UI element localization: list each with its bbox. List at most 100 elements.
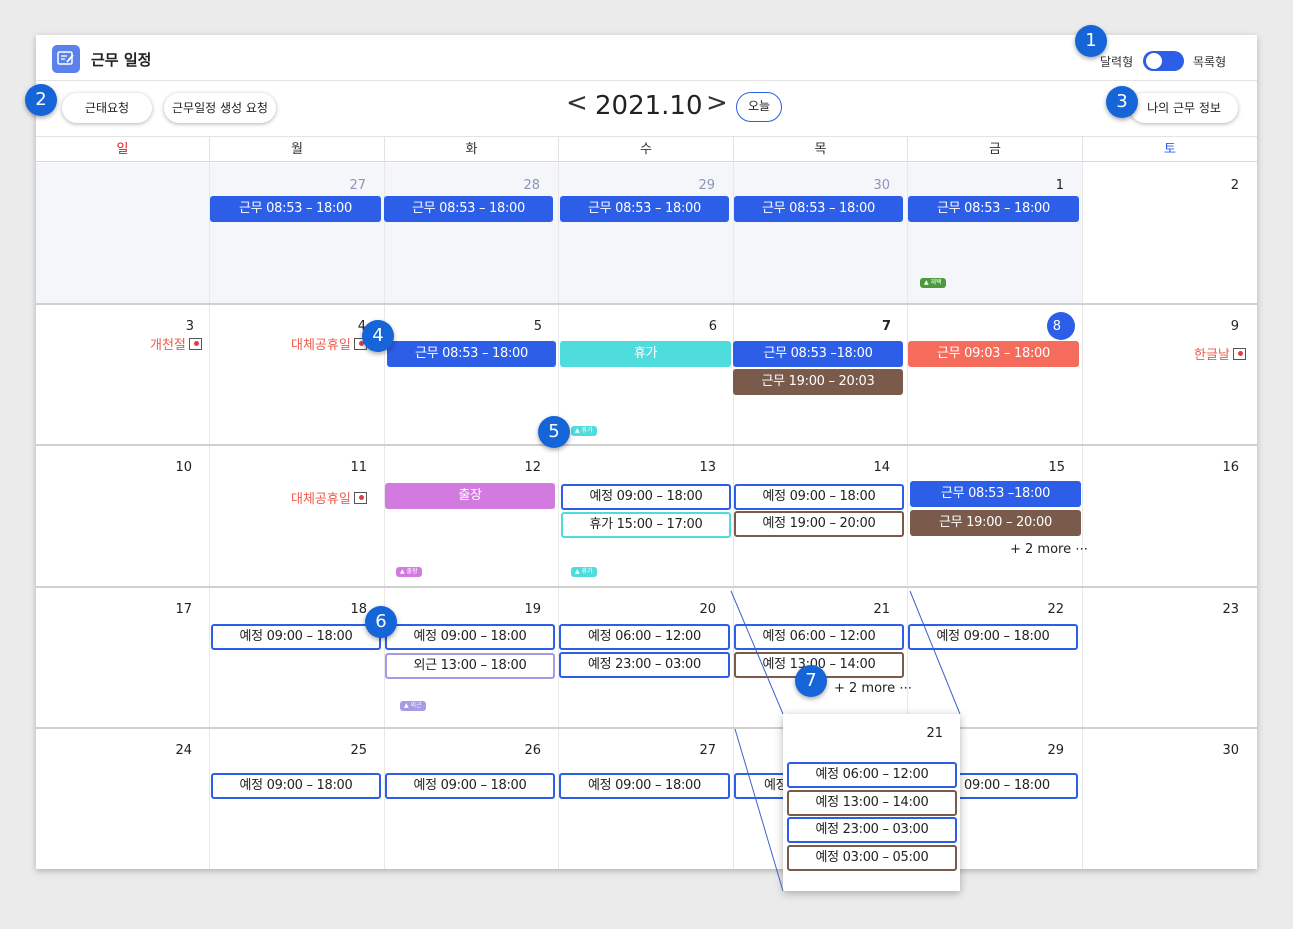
planned-leave-event[interactable]: 휴가 15:00 – 17:00 [561,512,731,538]
day-number[interactable]: 15 [1035,460,1065,475]
popup-event[interactable]: 예정 13:00 – 14:00 [787,790,957,816]
my-work-info-button[interactable]: 나의 근무 정보 [1130,93,1238,123]
schedule-icon [52,45,80,73]
business-trip-event[interactable]: 출장 [385,483,555,509]
day-number[interactable]: 1 [1034,178,1064,193]
day-number[interactable]: 21 [860,602,890,617]
holiday-label: 개천절 [150,334,202,353]
day-number[interactable]: 28 [510,178,540,193]
day-number[interactable]: 29 [685,178,715,193]
view-toggle[interactable] [1143,51,1184,71]
weekday-tue: 화 [385,137,559,163]
calendar-view-label[interactable]: 달력형 [1100,53,1133,70]
attendance-request-button[interactable]: 근태요청 [62,93,152,123]
day-number[interactable]: 19 [511,602,541,617]
flag-icon [1232,348,1246,360]
planned-event[interactable]: 예정 09:00 – 18:00 [211,624,381,650]
work-event[interactable]: 근무 08:53 – 18:00 [210,196,381,222]
today-button[interactable]: 오늘 [736,92,782,122]
tag-label: 외근 [410,702,422,709]
day-number[interactable]: 27 [686,743,716,758]
weekday-thu: 목 [734,137,908,163]
day-number-selected[interactable]: 8 [1031,319,1061,334]
day-number[interactable]: 14 [860,460,890,475]
work-event[interactable]: 근무 08:53 –18:00 [733,341,903,367]
work-event[interactable]: 근무 08:53 –18:00 [910,481,1081,507]
day-number[interactable]: 17 [162,602,192,617]
day-number[interactable]: 6 [687,319,717,334]
holiday-name: 개천절 [150,338,186,353]
work-event[interactable]: 근무 08:53 – 18:00 [734,196,903,222]
day-number[interactable]: 10 [162,460,192,475]
day-number[interactable]: 30 [1209,743,1239,758]
planned-event[interactable]: 예정 06:00 – 12:00 [734,624,904,650]
callout-badge: 3 [1106,86,1138,118]
day-number[interactable]: 29 [1034,743,1064,758]
schedule-request-button[interactable]: 근무일정 생성 요청 [164,93,276,123]
planned-overtime-event[interactable]: 예정 19:00 – 20:00 [734,511,904,537]
weekday-mon: 월 [210,137,385,163]
bell-icon: ▲ [404,702,409,709]
planned-event[interactable]: 예정 23:00 – 03:00 [559,652,730,678]
popup-event[interactable]: 예정 23:00 – 03:00 [787,817,957,843]
prev-month-button[interactable]: < [566,88,588,118]
popup-event[interactable]: 예정 06:00 – 12:00 [787,762,957,788]
day-events-popup[interactable]: 21 예정 06:00 – 12:00 예정 13:00 – 14:00 예정 … [783,714,960,891]
day-number[interactable]: 22 [1034,602,1064,617]
list-view-label[interactable]: 목록형 [1193,53,1226,70]
day-number[interactable]: 2 [1209,178,1239,193]
planned-event[interactable]: 예정 09:00 – 18:00 [559,773,730,799]
work-schedule-panel: 근무 일정 달력형 목록형 근태요청 근무일정 생성 요청 < 2021.10 … [36,35,1257,869]
more-events-link[interactable]: + 2 more ⋯ [834,681,912,696]
day-number[interactable]: 5 [512,319,542,334]
planned-event[interactable]: 예정 09:00 – 18:00 [561,484,731,510]
day-number[interactable]: 9 [1209,319,1239,334]
planned-event[interactable]: 예정 09:00 – 18:00 [734,484,904,510]
holiday-label: 대체공휴일 [291,334,367,353]
tag-label: 휴가 [581,427,593,434]
overtime-event[interactable]: 근무 19:00 – 20:03 [733,369,903,395]
planned-event[interactable]: 예정 09:00 – 18:00 [385,773,555,799]
day-number[interactable]: 11 [337,460,367,475]
leave-event[interactable]: 휴가 [560,341,731,367]
day-number[interactable]: 12 [511,460,541,475]
bell-icon: ▲ [575,568,580,575]
day-number[interactable]: 16 [1209,460,1239,475]
day-number[interactable]: 13 [686,460,716,475]
day-number[interactable]: 26 [511,743,541,758]
leave-tag: ▲ 휴가 [571,567,597,577]
work-event[interactable]: 근무 08:53 – 18:00 [384,196,553,222]
planned-event[interactable]: 예정 09:00 – 18:00 [908,624,1078,650]
day-number[interactable]: 24 [162,743,192,758]
next-month-button[interactable]: > [706,88,728,118]
day-number-today[interactable]: 7 [861,319,891,334]
day-number[interactable]: 25 [337,743,367,758]
tag-label: 출장 [406,568,418,575]
planned-event[interactable]: 예정 06:00 – 12:00 [559,624,730,650]
planned-field-work-event[interactable]: 외근 13:00 – 18:00 [385,653,555,679]
weekday-sun: 일 [36,137,210,163]
popup-event[interactable]: 예정 03:00 – 05:00 [787,845,957,871]
work-event[interactable]: 근무 08:53 – 18:00 [908,196,1079,222]
holiday-label: 한글날 [1194,344,1246,363]
weekday-sat: 토 [1164,142,1176,157]
planned-event[interactable]: 예정 09:00 – 18:00 [385,624,555,650]
flag-icon [353,492,367,504]
day-number[interactable]: 27 [336,178,366,193]
work-event[interactable]: 근무 08:53 – 18:00 [560,196,729,222]
planned-event[interactable]: 예정 09:00 – 18:00 [211,773,381,799]
leave-tag: ▲ 휴가 [571,426,597,436]
more-events-link[interactable]: + 2 more ⋯ [1010,542,1088,557]
day-number[interactable]: 20 [686,602,716,617]
overtime-event[interactable]: 근무 19:00 – 20:00 [910,510,1081,536]
toggle-knob [1146,53,1162,69]
holiday-label: 대체공휴일 [291,488,367,507]
column-mon [210,163,385,869]
work-event[interactable]: 근무 08:53 – 18:00 [387,341,556,367]
day-number[interactable]: 23 [1209,602,1239,617]
bell-icon: ▲ [575,427,580,434]
day-number[interactable]: 18 [337,602,367,617]
day-number[interactable]: 30 [860,178,890,193]
late-work-event[interactable]: 근무 09:03 – 18:00 [908,341,1079,367]
day-number[interactable]: 3 [164,319,194,334]
